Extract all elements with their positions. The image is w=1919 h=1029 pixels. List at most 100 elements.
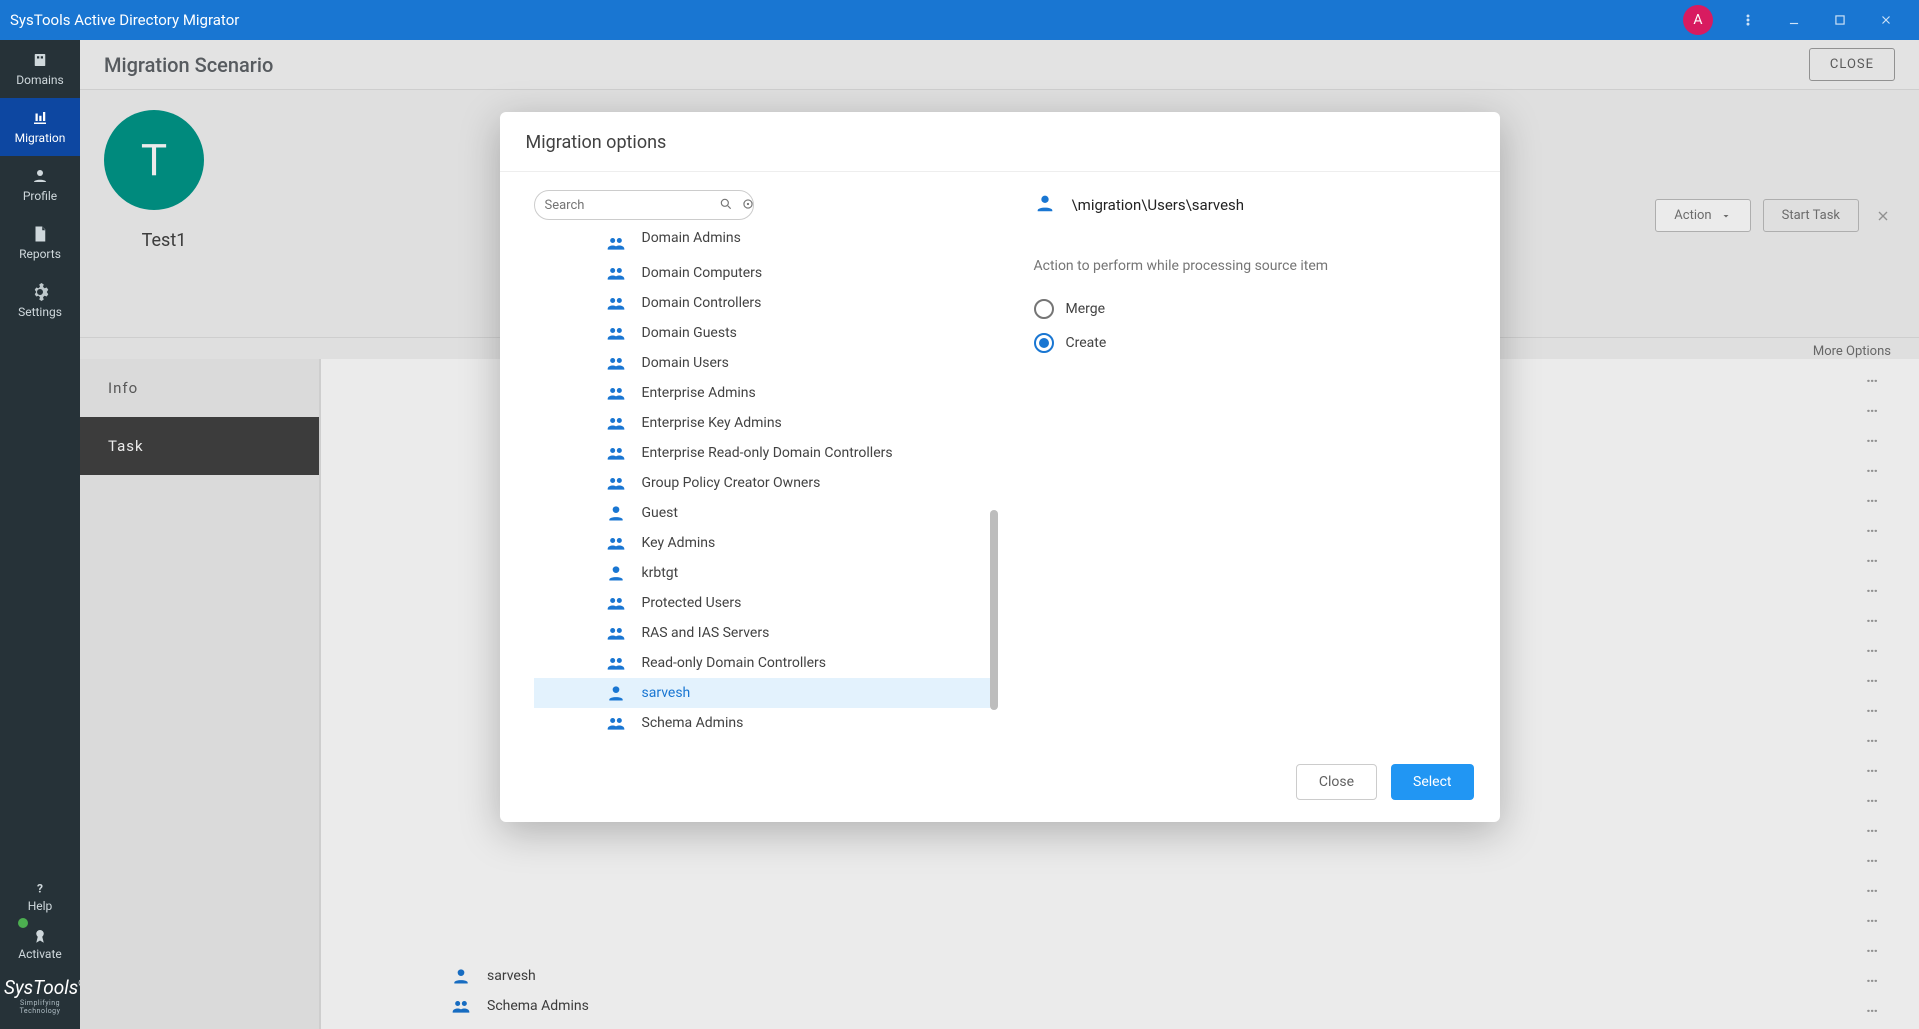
list-item[interactable]: krbtgt	[534, 558, 990, 588]
list-item-label: Schema Admins	[642, 715, 744, 731]
list-item-label: Read-only Domain Controllers	[642, 655, 827, 671]
group-icon	[606, 293, 628, 313]
list-item[interactable]: Domain Computers	[534, 258, 990, 288]
action-question: Action to perform while processing sourc…	[1034, 258, 1464, 274]
list-item[interactable]: Read-only Domain Controllers	[534, 648, 990, 678]
modal-overlay: Migration options Domain AdminsDo	[80, 40, 1919, 1029]
radio-icon	[1034, 333, 1054, 353]
list-item-label: Domain Guests	[642, 325, 737, 341]
list-item-label: Key Admins	[642, 535, 716, 551]
maximize-icon[interactable]	[1817, 0, 1863, 40]
modal-left-pane: Domain Admins Domain Computers Domain Cont…	[534, 190, 994, 738]
sidebar-item-domains[interactable]: Domains	[0, 40, 80, 98]
list-item-label: krbtgt	[642, 565, 679, 581]
group-icon	[606, 383, 628, 403]
filter-icon[interactable]	[741, 196, 755, 215]
person-icon	[606, 683, 628, 703]
kebab-menu-icon[interactable]	[1725, 0, 1771, 40]
minimize-icon[interactable]	[1771, 0, 1817, 40]
list-item-label: Guest	[642, 505, 678, 521]
list-item-label: Domain Admins	[642, 230, 741, 246]
titlebar: SysTools Active Directory Migrator A	[0, 0, 1919, 40]
search-field[interactable]	[534, 190, 754, 220]
list-item[interactable]: Domain Guests	[534, 318, 990, 348]
reports-icon	[31, 225, 49, 243]
radio-label: Create	[1066, 335, 1107, 351]
search-icon[interactable]	[719, 196, 733, 215]
ribbon-icon	[31, 927, 49, 945]
group-icon	[606, 413, 628, 433]
window-close-icon[interactable]	[1863, 0, 1909, 40]
group-icon	[606, 533, 628, 553]
list-item-label: Enterprise Key Admins	[642, 415, 782, 431]
list-item[interactable]: Domain Controllers	[534, 288, 990, 318]
radio-label: Merge	[1066, 301, 1106, 317]
selected-path-text: \migration\Users\sarvesh	[1072, 196, 1245, 214]
sidebar-item-profile[interactable]: Profile	[0, 156, 80, 214]
list-item[interactable]: sarvesh	[534, 678, 990, 708]
sidebar-item-migration[interactable]: Migration	[0, 98, 80, 156]
search-input[interactable]	[545, 198, 711, 213]
sidebar-item-settings[interactable]: Settings	[0, 272, 80, 330]
person-icon	[606, 563, 628, 583]
domains-icon	[31, 51, 49, 69]
group-icon	[606, 473, 628, 493]
person-icon	[606, 503, 628, 523]
radio-option[interactable]: Create	[1034, 326, 1464, 360]
modal-close-button[interactable]: Close	[1296, 764, 1377, 800]
app-title: SysTools Active Directory Migrator	[10, 11, 1683, 29]
user-avatar[interactable]: A	[1683, 5, 1713, 35]
list-item[interactable]: Domain Admins	[534, 228, 990, 258]
scrollbar-thumb[interactable]	[990, 510, 998, 710]
help-icon: ?	[31, 879, 49, 897]
list-item-label: Domain Computers	[642, 265, 763, 281]
list-item-label: Enterprise Read-only Domain Controllers	[642, 445, 893, 461]
sidebar: Domains Migration Profile Reports Settin…	[0, 40, 80, 1029]
list-item[interactable]: Guest	[534, 498, 990, 528]
list-item[interactable]: RAS and IAS Servers	[534, 618, 990, 648]
svg-text:?: ?	[37, 882, 43, 896]
list-item-label: Domain Controllers	[642, 295, 762, 311]
list-item-label: RAS and IAS Servers	[642, 625, 770, 641]
group-icon	[606, 353, 628, 373]
group-icon	[606, 653, 628, 673]
list-item-label: sarvesh	[642, 685, 691, 701]
list-item[interactable]: Enterprise Admins	[534, 378, 990, 408]
list-item-label: Group Policy Creator Owners	[642, 475, 821, 491]
radio-option[interactable]: Merge	[1034, 292, 1464, 326]
group-icon	[606, 623, 628, 643]
content: Migration Scenario CLOSE T Test1 Action …	[80, 40, 1919, 1029]
status-dot-icon	[18, 918, 28, 928]
list-item[interactable]: Enterprise Key Admins	[534, 408, 990, 438]
list-item[interactable]: Domain Users	[534, 348, 990, 378]
list-item[interactable]: Key Admins	[534, 528, 990, 558]
migration-options-modal: Migration options Domain AdminsDo	[500, 112, 1500, 822]
group-icon	[606, 713, 628, 733]
person-icon	[1034, 192, 1056, 218]
list-item-label: Protected Users	[642, 595, 742, 611]
list-item[interactable]: Enterprise Read-only Domain Controllers	[534, 438, 990, 468]
list-item[interactable]: Schema Admins	[534, 708, 990, 738]
profile-icon	[31, 167, 49, 185]
group-icon	[606, 233, 628, 253]
sidebar-item-reports[interactable]: Reports	[0, 214, 80, 272]
list-item-label: Domain Users	[642, 355, 729, 371]
brand-logo: SysTools® Simplifying Technology	[0, 968, 80, 1029]
group-icon	[606, 263, 628, 283]
radio-icon	[1034, 299, 1054, 319]
sidebar-activate[interactable]: Activate	[0, 920, 80, 968]
list-item[interactable]: Group Policy Creator Owners	[534, 468, 990, 498]
list-item[interactable]: Protected Users	[534, 588, 990, 618]
group-icon	[606, 323, 628, 343]
group-icon	[606, 443, 628, 463]
migration-icon	[31, 109, 49, 127]
gear-icon	[31, 283, 49, 301]
modal-select-button[interactable]: Select	[1391, 764, 1473, 800]
group-icon	[606, 593, 628, 613]
entry-list[interactable]: Domain Admins Domain Computers Domain Cont…	[534, 228, 994, 738]
sidebar-help[interactable]: ? Help	[0, 872, 80, 920]
modal-title: Migration options	[500, 112, 1500, 172]
list-item-label: Enterprise Admins	[642, 385, 756, 401]
scrollbar[interactable]	[990, 230, 998, 710]
modal-right-pane: \migration\Users\sarvesh Action to perfo…	[994, 190, 1494, 738]
